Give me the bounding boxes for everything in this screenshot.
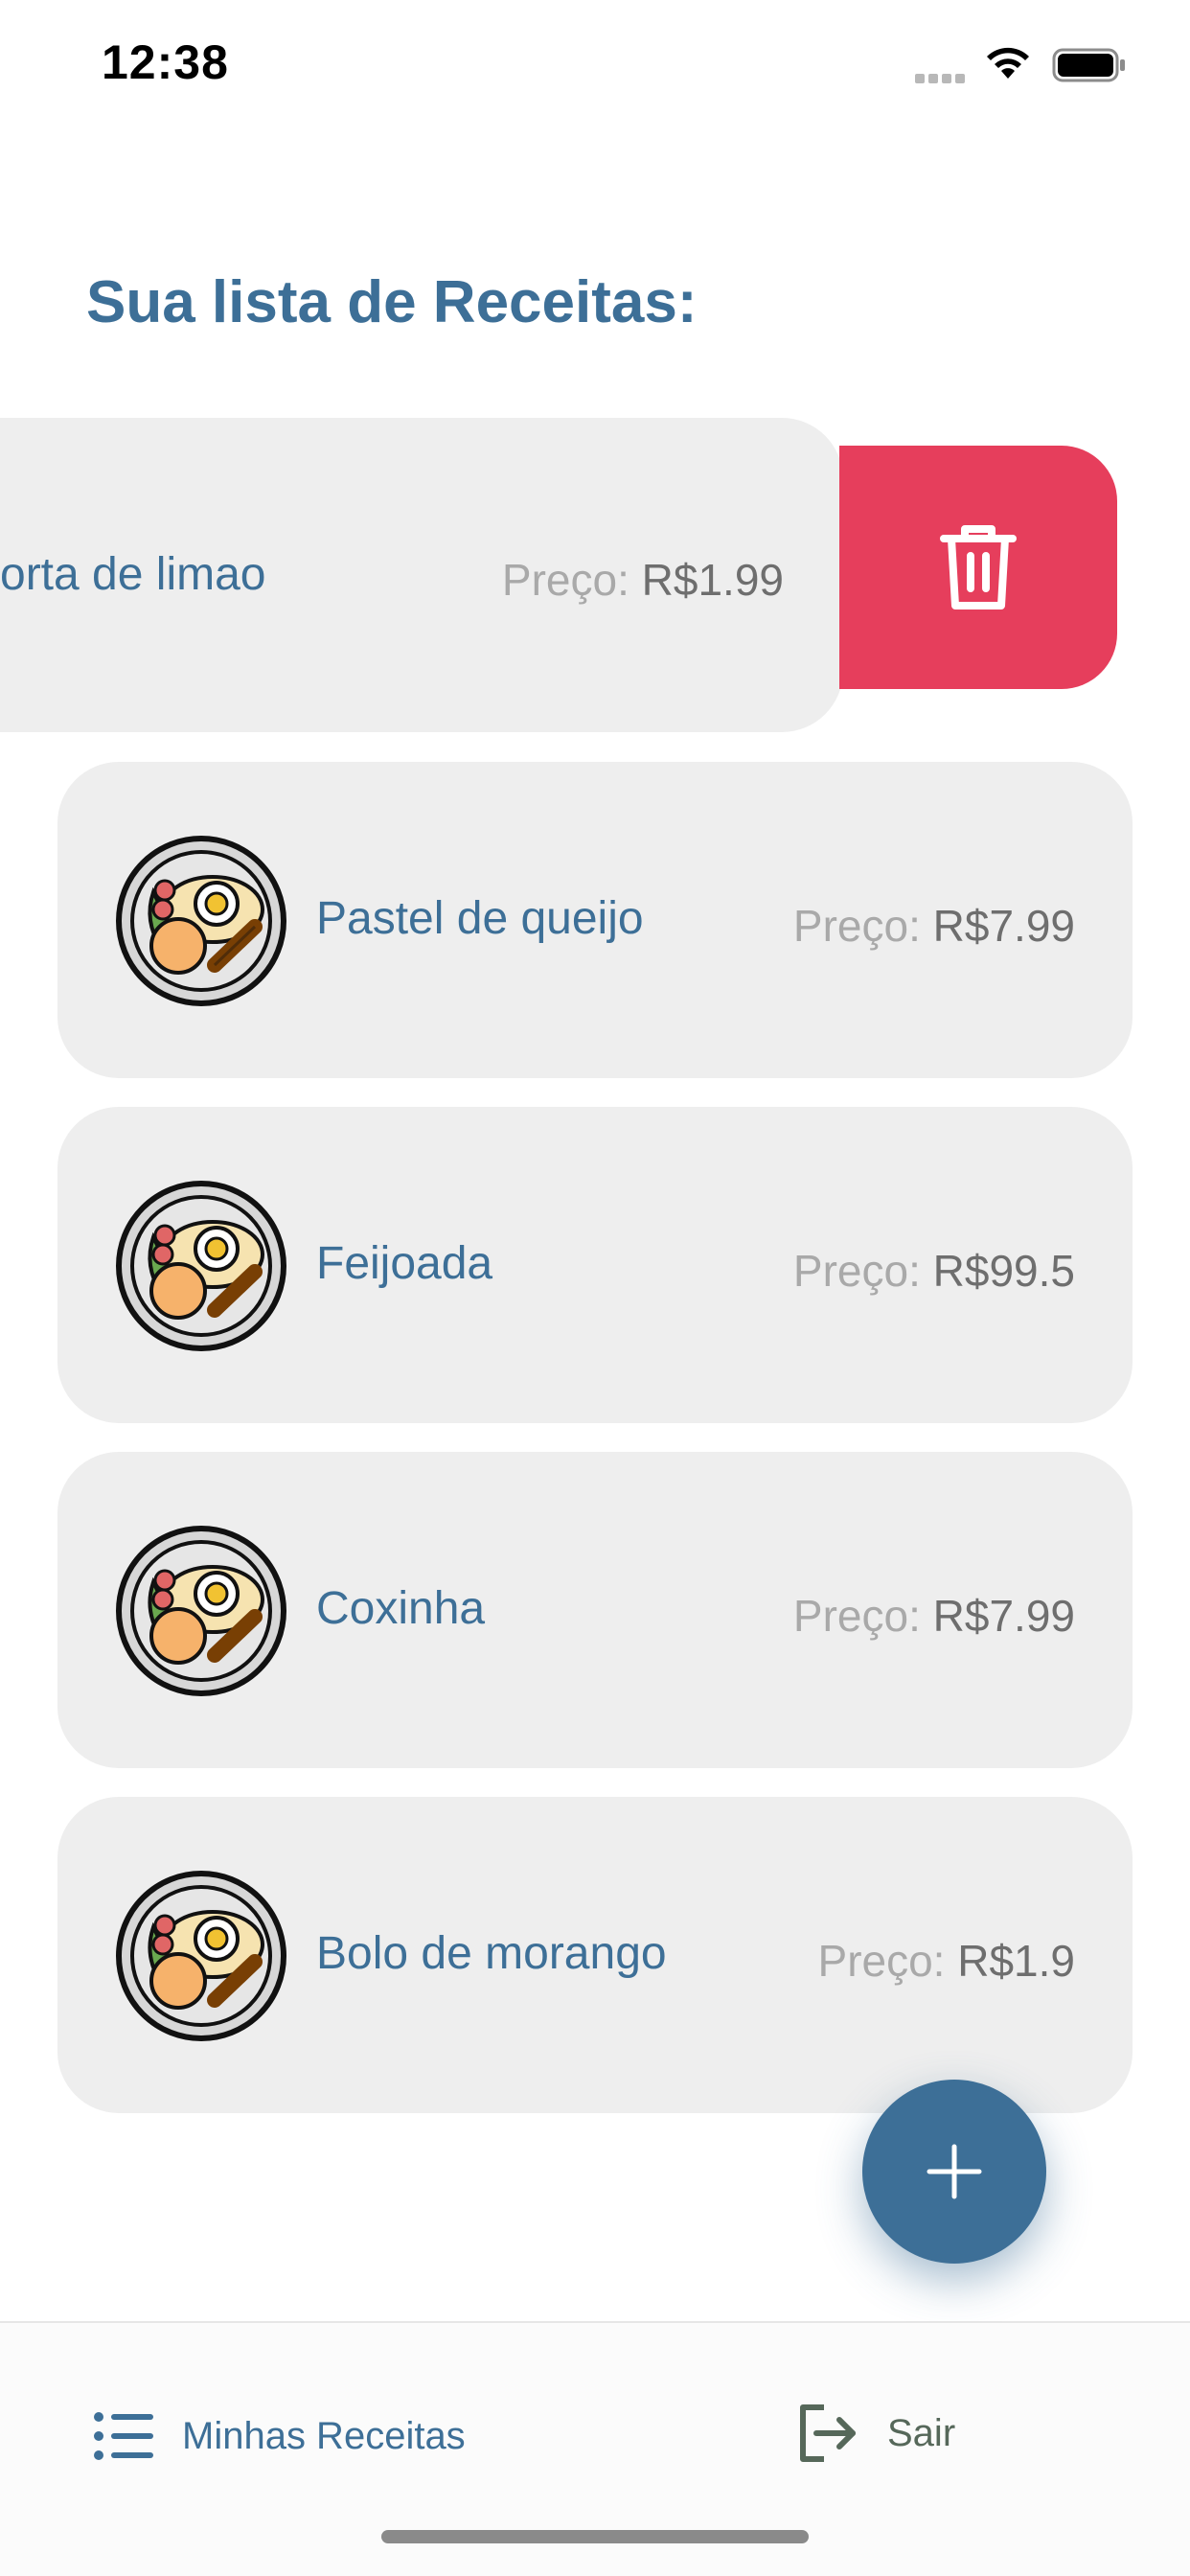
tab-label: Minhas Receitas [182,2414,466,2457]
recipe-card[interactable]: Pastel de queijo Preço: R$7.99 [57,762,1133,1078]
price-label: Preço: [501,555,629,605]
price-value: R$1.9 [957,1936,1075,1986]
price-value: R$99.5 [932,1246,1075,1296]
plus-icon [927,2144,982,2199]
page-title: Sua lista de Receitas: [86,269,698,335]
recipe-name: orta de limao [0,549,266,600]
signal-icon [915,71,969,83]
wifi-icon [983,44,1033,87]
recipe-name: Bolo de morango [316,1928,667,1979]
status-time: 12:38 [102,35,229,89]
tab-label: Sair [887,2411,956,2454]
price-label: Preço: [792,1246,921,1296]
add-recipe-button[interactable] [862,2080,1046,2264]
list-icon [94,2412,153,2460]
recipe-card[interactable]: Feijoada Preço: R$99.5 [57,1107,1133,1423]
recipe-name: Feijoada [316,1238,493,1289]
tab-minhas-receitas[interactable]: Minhas Receitas [94,2411,466,2461]
tab-sair[interactable]: Sair [795,2402,955,2465]
recipe-card[interactable]: Bolo de morango Preço: R$1.9 [57,1797,1133,2113]
delete-button[interactable] [839,446,1117,689]
swiped-recipe-card[interactable]: orta de limao Preço: R$1.99 [0,418,843,732]
food-plate-icon [116,1871,286,2041]
recipe-card[interactable]: Coxinha Preço: R$7.99 [57,1452,1133,1768]
food-plate-icon [116,836,286,1006]
price-label: Preço: [817,1936,946,1986]
recipe-name: Coxinha [316,1583,486,1634]
price-label: Preço: [792,1591,921,1641]
recipe-price: Preço: R$7.99 [793,900,1075,952]
recipe-price: Preço: R$7.99 [793,1590,1075,1642]
recipe-price: Preço: R$1.9 [818,1935,1075,1987]
recipe-name: Pastel de queijo [316,893,644,944]
home-indicator [381,2530,809,2543]
price-value: R$1.99 [641,555,784,605]
logout-icon [800,2404,856,2462]
screen: 12:38 Sua lista de Receitas: orta de lim… [0,0,1190,2576]
price-label: Preço: [792,901,921,951]
price-value: R$7.99 [932,901,1075,951]
recipe-price: Preço: R$99.5 [793,1245,1075,1297]
recipe-price: Preço: R$1.99 [502,554,784,606]
battery-icon [1052,48,1127,87]
food-plate-icon [116,1526,286,1696]
food-plate-icon [116,1181,286,1351]
price-value: R$7.99 [932,1591,1075,1641]
trash-icon [940,525,1017,610]
